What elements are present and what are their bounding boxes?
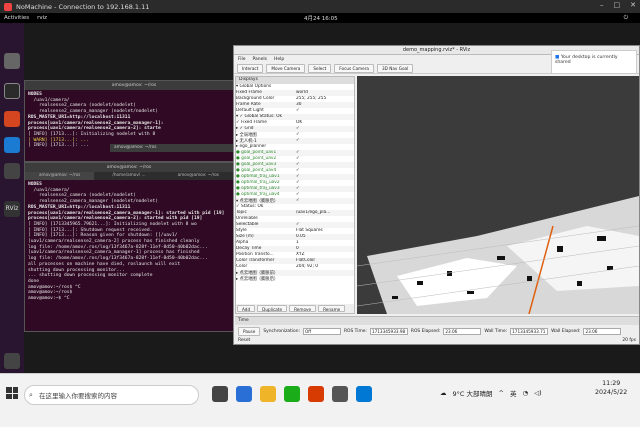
menu-file[interactable]: File (238, 57, 246, 62)
terminal-1-output: NODES /uav1/camera/ realsense2_camera (n… (25, 90, 243, 151)
top-clock[interactable]: 4月24 16:05 (300, 14, 342, 22)
start-icon[interactable] (6, 387, 18, 399)
add-display-button[interactable]: Add (237, 305, 256, 312)
terminal-tab[interactable]: amov@amov: ~/ros (164, 172, 233, 180)
maximize-button[interactable]: □ (614, 1, 621, 9)
rviz-icon[interactable]: RViz (4, 201, 20, 217)
network-icon[interactable]: ◔ (522, 389, 528, 397)
windows-taskbar: ⌕ 在这里输入你要搜索的内容 ☁ 9°C 大部晴朗 ^ 英 ◔ ◁) 11:29… (0, 373, 640, 427)
sync-select[interactable]: Off (302, 328, 341, 335)
power-icon[interactable]: ⏻ (620, 15, 632, 22)
notification-text: Your desktop is currently shared (555, 55, 618, 65)
terminal-1-title: amov@amov: ~/ros (25, 81, 243, 90)
ros-time-label: ROS Time: (343, 329, 367, 334)
ros-time-value: 1713345933.98 (369, 328, 408, 335)
minimize-button[interactable]: – (600, 1, 604, 9)
browser-icon[interactable] (236, 386, 252, 402)
displays-buttons: Add Duplicate Remove Rename (236, 304, 354, 313)
file-explorer-icon[interactable] (260, 386, 276, 402)
displays-header: Displays (236, 77, 354, 84)
terminal-window-2[interactable]: amov@amov: ~/ros amov@amov: ~/ros /home/… (24, 162, 234, 332)
vscode-icon[interactable] (4, 137, 20, 153)
terminal-2-tabs: amov@amov: ~/ros /home/amov/ ... amov@am… (25, 172, 233, 180)
interact-tool[interactable]: Interact (237, 63, 264, 73)
window-titlebar: NoMachine - Connection to 192.168.1.11 –… (0, 0, 640, 13)
terminal-tab[interactable]: amov@amov: ~/ros (25, 172, 95, 180)
focus-camera-tool[interactable]: Focus Camera (334, 63, 374, 73)
point-cloud-map (357, 76, 639, 314)
wechat-icon[interactable] (284, 386, 300, 402)
rename-display-button[interactable]: Rename (318, 305, 346, 312)
weather-text[interactable]: 9°C 大部晴朗 (453, 388, 493, 398)
wall-time-label: Wall Time: (484, 329, 508, 334)
nav-goal-tool[interactable]: 3D Nav Goal (377, 63, 414, 73)
wall-elapsed-value: 23.06 (583, 328, 622, 335)
search-icon: ⌕ (29, 390, 33, 399)
wall-time-value: 1713345933.71 (510, 328, 549, 335)
fps-label: 20 fps (622, 338, 636, 343)
terminal-tab[interactable]: /home/amov/ ... (94, 172, 163, 180)
app-menu[interactable]: rviz (33, 15, 51, 21)
ros-elapsed-value: 23.06 (443, 328, 482, 335)
terminal-line: amov@amov:~$ ^C (28, 296, 70, 302)
activities-button[interactable]: Activities (0, 15, 33, 21)
chrome-icon[interactable] (4, 163, 20, 179)
window-title: NoMachine - Connection to 192.168.1.11 (16, 2, 150, 11)
display-row[interactable]: ▸ 点云地图（膨胀后） (236, 276, 354, 282)
weather-icon[interactable]: ☁ (440, 389, 447, 397)
reset-button[interactable]: Reset (238, 338, 250, 343)
app-icon[interactable] (332, 386, 348, 402)
terminal-2-output: NODES /uav1/camera/ realsense2_camera (n… (25, 180, 233, 304)
terminal-2-title: amov@amov: ~/ros (25, 163, 233, 172)
display-value[interactable] (296, 276, 354, 282)
files-icon[interactable] (4, 53, 20, 69)
app-icon-2[interactable] (356, 386, 372, 402)
taskbar-search[interactable]: ⌕ 在这里输入你要搜索的内容 (24, 385, 199, 405)
3d-viewport[interactable] (357, 76, 639, 314)
taskbar-time: 11:29 (602, 380, 621, 387)
volume-icon[interactable]: ◁) (534, 389, 542, 397)
displays-panel: Displays ▾ Global Options Fixed Frame wor… (235, 76, 355, 314)
duplicate-display-button[interactable]: Duplicate (257, 305, 288, 312)
time-panel: Time Pause Synchronization: Off ROS Time… (235, 316, 639, 344)
taskbar-date: 2024/5/22 (595, 389, 628, 396)
ime-indicator[interactable]: 英 (510, 388, 517, 398)
show-apps-icon[interactable] (4, 353, 20, 369)
menu-panels[interactable]: Panels (253, 57, 267, 62)
search-placeholder: 在这里输入你要搜索的内容 (39, 392, 117, 400)
tray-chevron-icon[interactable]: ^ (499, 389, 504, 397)
system-tray: ☁ 9°C 大部晴朗 ^ 英 ◔ ◁) (440, 380, 542, 406)
select-tool[interactable]: Select (308, 63, 332, 73)
display-property: ▸ 点云地图（膨胀后） (236, 277, 279, 282)
sync-label: Synchronization: (263, 329, 300, 334)
time-panel-title: Time (235, 317, 639, 325)
move-camera-tool[interactable]: Move Camera (266, 63, 306, 73)
ubuntu-dock: RViz (0, 23, 24, 383)
task-view-icon[interactable] (212, 386, 228, 402)
wall-elapsed-label: Wall Elapsed: (551, 329, 581, 334)
terminal-1-tab[interactable]: amov@amov: ~/ros (110, 144, 244, 152)
terminal-line: log file: /home/amov/.ros/log/13f3467a-8… (28, 256, 208, 262)
close-button[interactable]: ✕ (630, 1, 636, 9)
menu-help[interactable]: Help (274, 57, 284, 62)
rviz-window[interactable]: demo_mapping.rviz* - RViz File Panels He… (233, 45, 640, 345)
nomachine-taskbar-icon[interactable] (308, 386, 324, 402)
gnome-top-bar: Activities rviz 4月24 16:05 ⏻ (0, 13, 640, 23)
taskbar-clock[interactable]: 11:29 2024/5/22 (595, 379, 627, 397)
firefox-icon[interactable] (4, 111, 20, 127)
terminal-icon[interactable] (4, 83, 20, 99)
ros-elapsed-label: ROS Elapsed: (410, 329, 441, 334)
pause-button[interactable]: Pause (238, 327, 261, 336)
remove-display-button[interactable]: Remove (289, 305, 317, 312)
nomachine-icon (4, 2, 12, 11)
share-notification[interactable]: ■ Your desktop is currently shared (551, 50, 637, 74)
